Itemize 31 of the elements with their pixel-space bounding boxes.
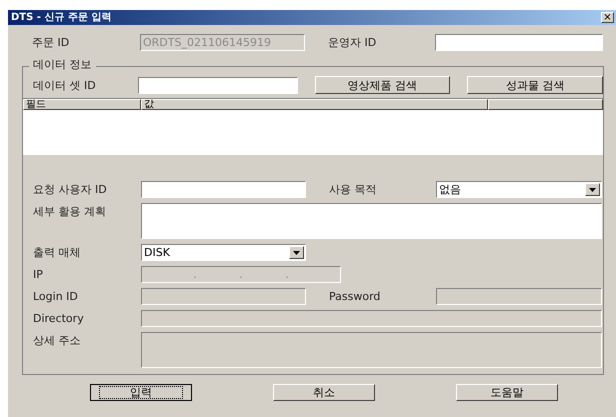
field-label: IP <box>33 269 44 280</box>
field-label: 출력 매체 <box>33 247 82 258</box>
field-label: 상세 주소 <box>33 335 82 346</box>
dropdown-field[interactable]: DISK <box>141 244 306 261</box>
caret-icon[interactable] <box>289 246 304 259</box>
field-label: 사용 목적 <box>329 184 378 195</box>
text-area[interactable] <box>141 203 602 239</box>
group-title: 데이터 정보 <box>29 59 96 70</box>
field-label: Directory <box>33 313 85 324</box>
field-label: 세부 활용 계획 <box>33 206 107 217</box>
column-header[interactable]: 필드 <box>23 99 141 110</box>
field-label: 요청 사용자 ID <box>33 184 108 195</box>
field-label: Login ID <box>33 291 79 302</box>
input-field[interactable] <box>141 181 306 198</box>
dialog-button[interactable]: 취소 <box>273 384 375 401</box>
field-label: Password <box>329 291 382 302</box>
dialog-button[interactable]: 도움말 <box>456 384 558 401</box>
search-button[interactable]: 영상제품 검색 <box>314 76 450 94</box>
column-header[interactable]: 값 <box>141 99 488 110</box>
close-button[interactable]: × <box>601 12 614 23</box>
field-label: 주문 ID <box>32 36 70 48</box>
field-label: 데이터 셋 ID <box>33 80 97 90</box>
field-label: 운영자 ID <box>328 36 378 48</box>
input-field[interactable] <box>435 34 603 50</box>
dropdown-field[interactable]: 없음 <box>436 181 602 198</box>
input-field[interactable] <box>138 76 298 94</box>
search-button[interactable]: 성과물 검색 <box>467 76 604 94</box>
caret-icon[interactable] <box>585 183 600 196</box>
column-header[interactable] <box>488 99 603 110</box>
window-title: DTS - 신규 주문 입력 <box>11 12 112 22</box>
dialog-button[interactable]: 입력 <box>90 384 192 401</box>
